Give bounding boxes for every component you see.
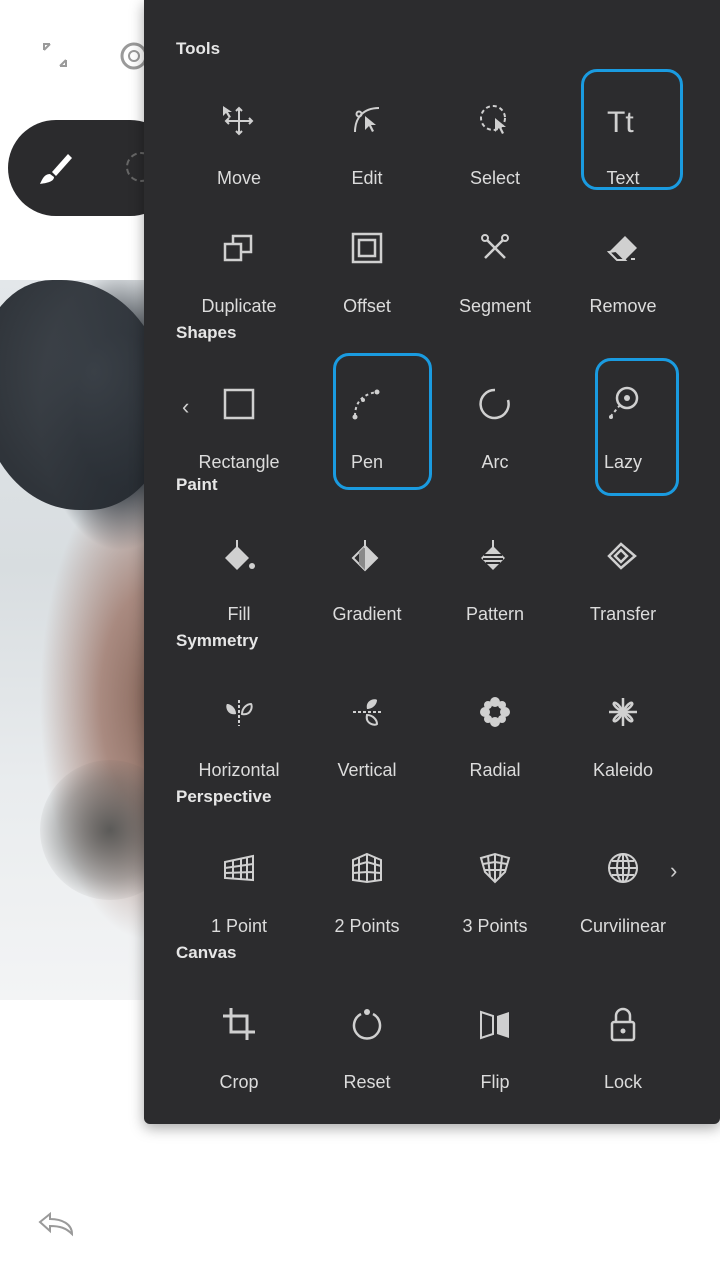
segment-icon: [475, 228, 515, 268]
shape-arc[interactable]: Arc: [435, 364, 555, 484]
section-title-tools: Tools: [176, 39, 221, 58]
symmetry-vertical[interactable]: Vertical: [307, 672, 427, 792]
one-point-perspective-icon: [219, 848, 259, 888]
tool-label: Remove: [589, 296, 657, 316]
canvas-lock[interactable]: Lock: [563, 984, 683, 1104]
paint-gradient[interactable]: Gradient: [307, 516, 427, 636]
tool-label: Text: [606, 168, 640, 188]
tool-label: Offset: [343, 296, 391, 316]
settings-icon[interactable]: [114, 36, 148, 76]
tool-label: Move: [216, 168, 261, 188]
tool-label: Horizontal: [198, 760, 280, 780]
tool-label: 1 Point: [210, 916, 268, 936]
paint-pattern[interactable]: Pattern: [435, 516, 555, 636]
tool-label: Select: [469, 168, 521, 188]
tool-label: Rectangle: [198, 452, 280, 472]
horizontal-symmetry-icon: [219, 692, 259, 732]
canvas-crop[interactable]: Crop: [179, 984, 299, 1104]
reset-icon: [347, 1004, 387, 1044]
radial-symmetry-icon: [475, 692, 515, 732]
image-shadow-region: [40, 760, 150, 900]
arc-icon: [475, 384, 515, 424]
kaleido-icon: [603, 692, 643, 732]
two-point-perspective-icon: [347, 848, 387, 888]
image-hair-region: [0, 280, 150, 510]
eraser-icon: [603, 228, 643, 268]
three-point-perspective-icon: [475, 848, 515, 888]
tool-label: Pattern: [465, 604, 525, 624]
undo-icon[interactable]: [36, 1210, 76, 1238]
tool-label: Fill: [227, 604, 251, 624]
transfer-icon: [603, 536, 643, 576]
text-icon: Tt: [603, 100, 643, 140]
tool-label: Flip: [480, 1072, 510, 1092]
crop-icon: [219, 1004, 259, 1044]
lazy-icon: [603, 384, 643, 424]
shape-pen[interactable]: Pen: [307, 364, 427, 484]
duplicate-icon: [219, 228, 259, 268]
tool-label: Segment: [458, 296, 532, 316]
paint-transfer[interactable]: Transfer: [563, 516, 683, 636]
tool-move[interactable]: Move: [179, 80, 299, 200]
gradient-icon: [347, 536, 387, 576]
tool-label: Curvilinear: [579, 916, 667, 936]
tool-label: Vertical: [337, 760, 397, 780]
tool-label: Transfer: [589, 604, 657, 624]
canvas-image: [0, 280, 150, 1000]
globe-icon: [603, 848, 643, 888]
symmetry-radial[interactable]: Radial: [435, 672, 555, 792]
tool-edit[interactable]: Edit: [307, 80, 427, 200]
vertical-symmetry-icon: [347, 692, 387, 732]
tool-label: 2 Points: [334, 916, 400, 936]
edit-path-icon: [347, 100, 387, 140]
tool-label: 3 Points: [462, 916, 528, 936]
offset-icon: [347, 228, 387, 268]
tool-label: Crop: [219, 1072, 259, 1092]
rectangle-icon: [219, 384, 259, 424]
shape-lazy[interactable]: Lazy: [563, 364, 683, 484]
perspective-curvilinear[interactable]: Curvilinear: [563, 828, 683, 948]
lock-icon: [603, 1004, 643, 1044]
canvas-reset[interactable]: Reset: [307, 984, 427, 1104]
tool-label: Reset: [343, 1072, 391, 1092]
perspective-3-points[interactable]: 3 Points: [435, 828, 555, 948]
symmetry-kaleido[interactable]: Kaleido: [563, 672, 683, 792]
brush-icon[interactable]: [38, 150, 74, 186]
perspective-1-point[interactable]: 1 Point: [179, 828, 299, 948]
select-icon: [475, 100, 515, 140]
tool-select[interactable]: Select: [435, 80, 555, 200]
fill-bucket-icon: [219, 536, 259, 576]
fullscreen-icon[interactable]: [40, 40, 70, 70]
tools-panel: Tools Shapes Paint Symmetry Perspective …: [144, 0, 720, 1124]
tool-remove[interactable]: Remove: [563, 208, 683, 328]
tool-label: Lock: [603, 1072, 643, 1092]
tool-offset[interactable]: Offset: [307, 208, 427, 328]
tool-label: Gradient: [332, 604, 402, 624]
tool-label: Duplicate: [201, 296, 277, 316]
tool-text[interactable]: Tt Text: [563, 80, 683, 200]
canvas-flip[interactable]: Flip: [435, 984, 555, 1104]
pattern-icon: [475, 536, 515, 576]
pen-curve-icon: [347, 384, 387, 424]
flip-icon: [475, 1004, 515, 1044]
shape-rectangle[interactable]: Rectangle: [179, 364, 299, 484]
tool-label: Arc: [481, 452, 509, 472]
tool-label: Edit: [351, 168, 383, 188]
tool-label: Lazy: [603, 452, 643, 472]
tool-label: Pen: [350, 452, 384, 472]
move-icon: [219, 100, 259, 140]
symmetry-horizontal[interactable]: Horizontal: [179, 672, 299, 792]
svg-text:Tt: Tt: [607, 106, 634, 139]
paint-fill[interactable]: Fill: [179, 516, 299, 636]
tool-label: Radial: [469, 760, 521, 780]
tool-duplicate[interactable]: Duplicate: [179, 208, 299, 328]
tool-segment[interactable]: Segment: [435, 208, 555, 328]
perspective-2-points[interactable]: 2 Points: [307, 828, 427, 948]
tool-label: Kaleido: [592, 760, 654, 780]
